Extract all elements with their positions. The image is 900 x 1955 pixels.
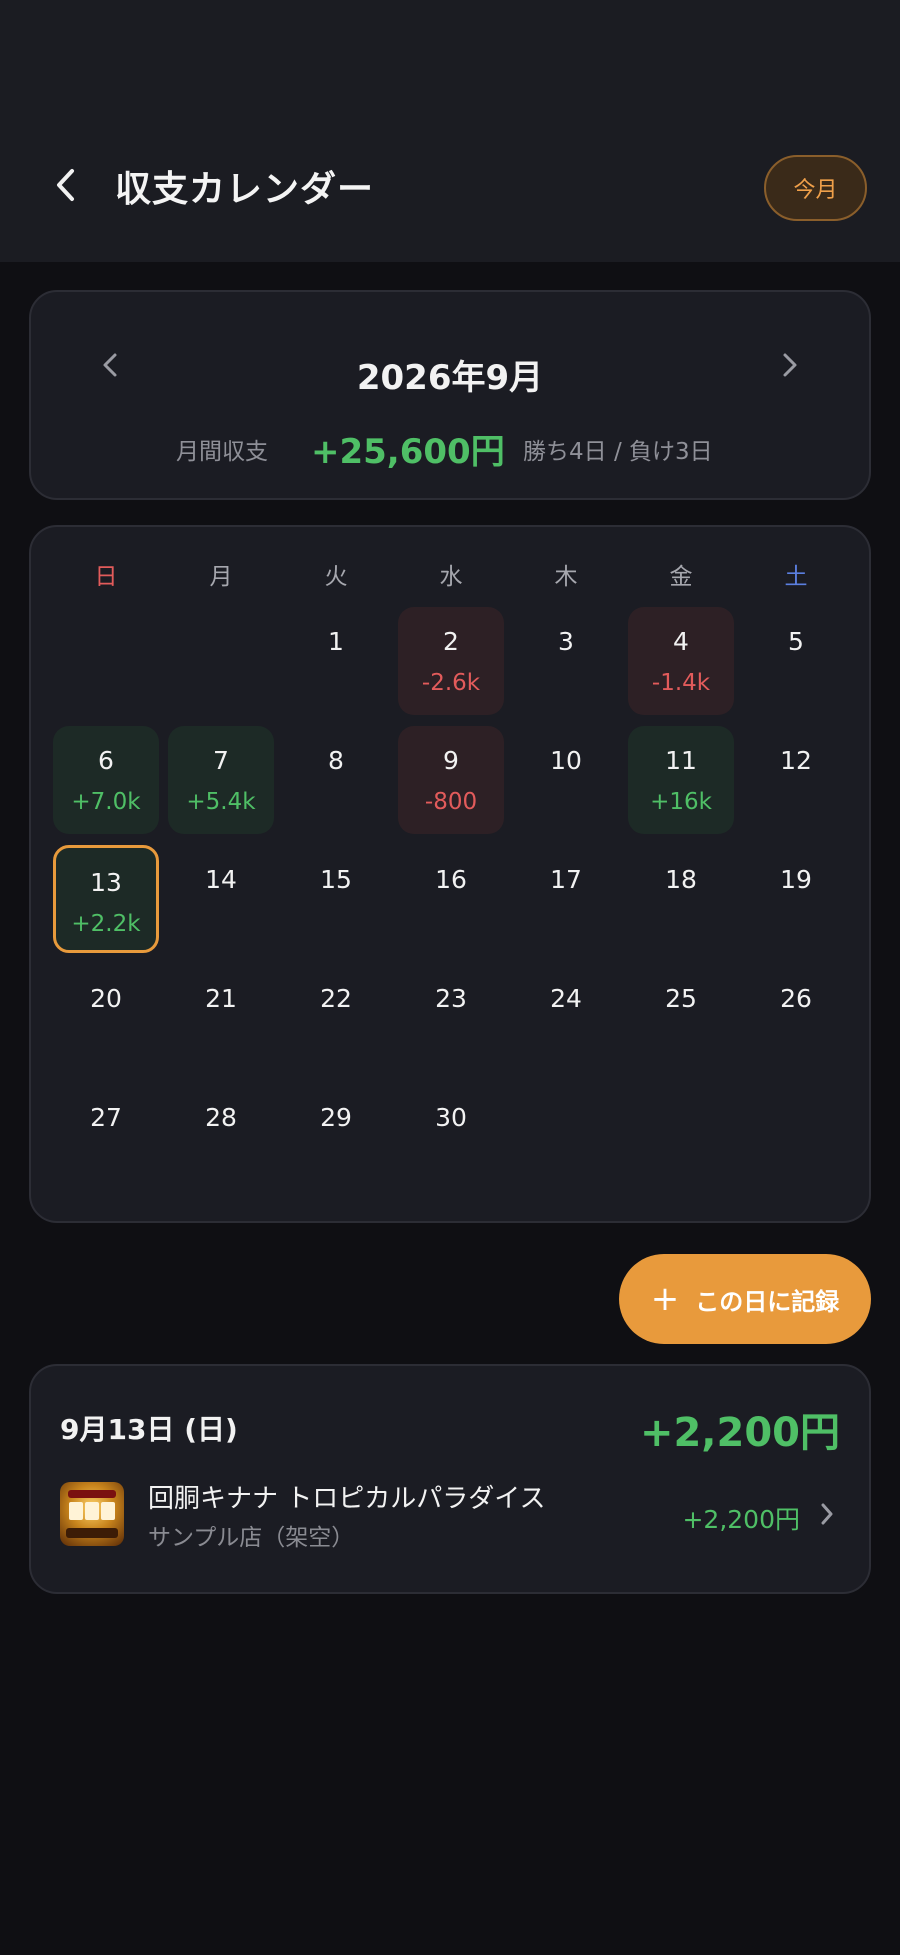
calendar-day-4[interactable]: 4 -1.4k — [628, 607, 734, 715]
slot-machine-icon — [60, 1482, 124, 1546]
day-number: 13 — [90, 868, 122, 897]
day-number: 24 — [550, 984, 582, 1013]
calendar-day-3[interactable]: 3 — [513, 607, 619, 715]
back-button[interactable] — [44, 163, 88, 207]
machine-name: 回胴キナナ トロピカルパラダイス — [148, 1484, 546, 1514]
weekday-sunday: 日 — [94, 564, 118, 590]
page-title: 収支カレンダー — [115, 169, 375, 210]
day-amount: +2.2k — [71, 911, 141, 937]
weekday-monday: 月 — [209, 564, 233, 590]
calendar-day-7[interactable]: 7 +5.4k — [168, 726, 274, 834]
day-number: 22 — [320, 984, 352, 1013]
record-entry-row[interactable]: 回胴キナナ トロピカルパラダイス サンプル店（架空） +2,200円 — [60, 1478, 842, 1551]
calendar-day-12[interactable]: 12 — [743, 726, 849, 834]
day-number: 23 — [435, 984, 467, 1013]
day-number: 8 — [328, 746, 344, 775]
weekday-saturday: 土 — [784, 564, 808, 590]
calendar-day-30[interactable]: 30 — [398, 1083, 504, 1191]
calendar-day-19[interactable]: 19 — [743, 845, 849, 953]
app-header: 収支カレンダー 今月 — [0, 0, 900, 262]
calendar-day-29[interactable]: 29 — [283, 1083, 389, 1191]
day-amount: +5.4k — [186, 789, 256, 815]
monthly-balance-value: +25,600円 — [311, 432, 505, 472]
plus-icon: + — [650, 1279, 680, 1319]
calendar-grid: 日 月 火 水 木 金 土 1 2 -2.6k 3 4 -1.4k 5 6 +7.0k 7 +5.4… — [29, 525, 871, 1223]
next-month-button[interactable] — [765, 340, 815, 390]
calendar-day-2[interactable]: 2 -2.6k — [398, 607, 504, 715]
calendar-day-16[interactable]: 16 — [398, 845, 504, 953]
day-number: 11 — [665, 746, 697, 775]
day-number: 5 — [788, 627, 804, 656]
calendar-day-21[interactable]: 21 — [168, 964, 274, 1072]
weekday-tuesday: 火 — [324, 564, 348, 590]
calendar-day-22[interactable]: 22 — [283, 964, 389, 1072]
store-name: サンプル店（架空） — [148, 1525, 355, 1551]
day-number: 10 — [550, 746, 582, 775]
win-loss-count: 勝ち4日 / 負け3日 — [523, 439, 713, 465]
day-amount: +7.0k — [71, 789, 141, 815]
calendar-day-8[interactable]: 8 — [283, 726, 389, 834]
calendar-day-23[interactable]: 23 — [398, 964, 504, 1072]
calendar-day-9[interactable]: 9 -800 — [398, 726, 504, 834]
calendar-day-18[interactable]: 18 — [628, 845, 734, 953]
day-number: 18 — [665, 865, 697, 894]
day-number: 21 — [205, 984, 237, 1013]
day-number: 6 — [98, 746, 114, 775]
day-number: 1 — [328, 627, 344, 656]
day-number: 30 — [435, 1103, 467, 1132]
calendar-day-11[interactable]: 11 +16k — [628, 726, 734, 834]
chevron-right-icon — [812, 1496, 842, 1532]
day-number: 12 — [780, 746, 812, 775]
day-number: 7 — [213, 746, 229, 775]
month-label: 2026年9月 — [356, 358, 544, 398]
day-number: 15 — [320, 865, 352, 894]
monthly-balance-label: 月間収支 — [176, 439, 268, 465]
this-month-button[interactable]: 今月 — [764, 155, 867, 221]
calendar-day-14[interactable]: 14 — [168, 845, 274, 953]
day-number: 3 — [558, 627, 574, 656]
chevron-right-icon — [783, 353, 797, 377]
weekday-wednesday: 水 — [439, 564, 463, 590]
day-number: 29 — [320, 1103, 352, 1132]
calendar-day-26[interactable]: 26 — [743, 964, 849, 1072]
detail-total: +2,200円 — [639, 1410, 840, 1456]
calendar-day-24[interactable]: 24 — [513, 964, 619, 1072]
calendar-day-17[interactable]: 17 — [513, 845, 619, 953]
calendar-day-28[interactable]: 28 — [168, 1083, 274, 1191]
day-amount: -800 — [424, 789, 478, 815]
day-number: 14 — [205, 865, 237, 894]
detail-date: 9月13日 (日) — [60, 1413, 238, 1446]
entry-amount: +2,200円 — [682, 1505, 800, 1534]
calendar-day-15[interactable]: 15 — [283, 845, 389, 953]
weekday-thursday: 木 — [554, 564, 578, 590]
month-summary-card: 2026年9月 月間収支 +25,600円 勝ち4日 / 負け3日 — [29, 290, 871, 500]
chevron-left-icon — [57, 169, 74, 201]
calendar-day-27[interactable]: 27 — [53, 1083, 159, 1191]
calendar-day-6[interactable]: 6 +7.0k — [53, 726, 159, 834]
day-number: 2 — [443, 627, 459, 656]
day-detail-card: 9月13日 (日) +2,200円 回胴キナナ トロピカルパラダイス サンプル店… — [29, 1364, 871, 1594]
day-number: 27 — [90, 1103, 122, 1132]
day-amount: -1.4k — [651, 670, 711, 696]
calendar-day-13[interactable]: 13 +2.2k — [53, 845, 159, 953]
day-number: 25 — [665, 984, 697, 1013]
day-number: 4 — [673, 627, 689, 656]
day-number: 19 — [780, 865, 812, 894]
day-number: 20 — [90, 984, 122, 1013]
add-record-button[interactable]: + この日に記録 — [619, 1254, 871, 1344]
day-number: 16 — [435, 865, 467, 894]
day-amount: -2.6k — [421, 670, 481, 696]
day-number: 17 — [550, 865, 582, 894]
day-number: 26 — [780, 984, 812, 1013]
weekday-friday: 金 — [669, 564, 693, 590]
day-number: 9 — [443, 746, 459, 775]
add-record-label: この日に記録 — [695, 1287, 840, 1316]
calendar-day-10[interactable]: 10 — [513, 726, 619, 834]
calendar-day-25[interactable]: 25 — [628, 964, 734, 1072]
calendar-day-1[interactable]: 1 — [283, 607, 389, 715]
calendar-day-5[interactable]: 5 — [743, 607, 849, 715]
day-amount: +16k — [650, 789, 712, 815]
day-number: 28 — [205, 1103, 237, 1132]
calendar-day-20[interactable]: 20 — [53, 964, 159, 1072]
